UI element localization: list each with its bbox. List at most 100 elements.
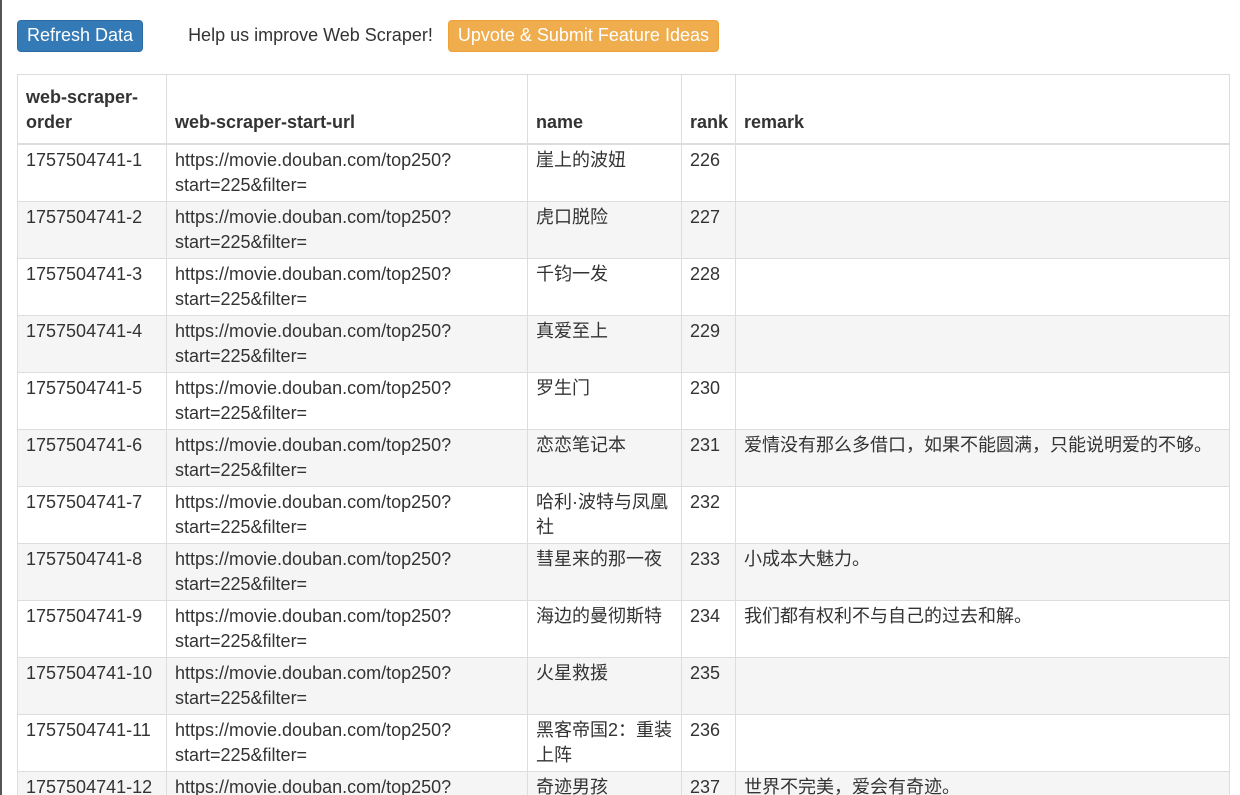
refresh-data-button[interactable]: Refresh Data [17, 19, 144, 52]
toolbar: Refresh Data Help us improve Web Scraper… [17, 19, 719, 52]
cell-start-url: https://movie.douban.com/top250? start=22… [166, 485, 528, 544]
start-url-part-1: https://movie.douban.com/top250? [175, 263, 452, 284]
start-url-part-1: https://movie.douban.com/top250? [175, 548, 452, 569]
cell-name: 海边的曼彻斯特 [527, 599, 682, 658]
cell-remark [735, 257, 1230, 316]
start-url-part-1: https://movie.douban.com/top250? [175, 662, 452, 683]
cell-name: 虎口脱险 [527, 200, 682, 259]
cell-remark [735, 713, 1230, 772]
column-header-remark: remark [735, 74, 1230, 145]
table-body: 1757504741-1 https://movie.douban.com/top… [17, 143, 1230, 795]
help-text: Help us improve Web Scraper! [188, 25, 433, 45]
start-url-part-2: start=225&filter= [175, 744, 308, 765]
cell-order: 1757504741-4 [17, 314, 167, 373]
cell-order: 1757504741-11 [17, 713, 167, 772]
cell-remark: 世界不完美，爱会有奇迹。 [735, 770, 1230, 795]
table-row: 1757504741-1 https://movie.douban.com/top… [17, 143, 1230, 202]
cell-order: 1757504741-9 [17, 599, 167, 658]
cell-name: 罗生门 [527, 371, 682, 430]
start-url-part-1: https://movie.douban.com/top250? [175, 776, 452, 795]
cell-remark [735, 371, 1230, 430]
cell-rank: 235 [681, 656, 736, 715]
cell-start-url: https://movie.douban.com/top250?start=22… [166, 770, 528, 795]
cell-order: 1757504741-2 [17, 200, 167, 259]
cell-start-url: https://movie.douban.com/top250? start=22… [166, 599, 528, 658]
cell-start-url: https://movie.douban.com/top250? start=22… [166, 371, 528, 430]
data-table: web-scraper-order web-scraper-start-url … [17, 74, 1230, 795]
start-url-part-2: start=225&filter= [175, 174, 308, 195]
column-header-start-url: web-scraper-start-url [166, 74, 528, 145]
start-url-part-1: https://movie.douban.com/top250? [175, 605, 452, 626]
cell-order: 1757504741-12 [17, 770, 167, 795]
cell-rank: 234 [681, 599, 736, 658]
start-url-part-1: https://movie.douban.com/top250? [175, 149, 452, 170]
cell-name: 崖上的波妞 [527, 143, 682, 202]
cell-start-url: https://movie.douban.com/top250?start=22… [166, 542, 528, 601]
table-row: 1757504741-6 https://movie.douban.com/top… [17, 428, 1230, 487]
cell-order: 1757504741-6 [17, 428, 167, 487]
table-row: 1757504741-7 https://movie.douban.com/top… [17, 485, 1230, 544]
cell-remark: 爱情没有那么多借口，如果不能圆满，只能说明爱的不够。 [735, 428, 1230, 487]
header-row: web-scraper-order web-scraper-start-url … [17, 74, 1230, 145]
cell-order: 1757504741-3 [17, 257, 167, 316]
table-row: 1757504741-9 https://movie.douban.com/top… [17, 599, 1230, 658]
cell-name: 奇迹男孩 [527, 770, 682, 795]
cell-order: 1757504741-1 [17, 143, 167, 202]
table-row: 1757504741-10 https://movie.douban.com/to… [17, 656, 1230, 715]
cell-start-url: https://movie.douban.com/top250? start=22… [166, 143, 528, 202]
cell-remark [735, 143, 1230, 202]
cell-start-url: https://movie.douban.com/top250? start=22… [166, 257, 528, 316]
cell-order: 1757504741-10 [17, 656, 167, 715]
start-url-part-1: https://movie.douban.com/top250? [175, 377, 452, 398]
cell-rank: 232 [681, 485, 736, 544]
cell-rank: 226 [681, 143, 736, 202]
table-row: 1757504741-5 https://movie.douban.com/top… [17, 371, 1230, 430]
cell-remark [735, 485, 1230, 544]
start-url-part-2: start=225&filter= [175, 402, 308, 423]
cell-rank: 227 [681, 200, 736, 259]
cell-rank: 228 [681, 257, 736, 316]
cell-order: 1757504741-8 [17, 542, 167, 601]
cell-remark [735, 656, 1230, 715]
start-url-part-1: https://movie.douban.com/top250? [175, 320, 452, 341]
start-url-part-1: https://movie.douban.com/top250? [175, 719, 452, 740]
cell-remark [735, 200, 1230, 259]
cell-name: 彗星来的那一夜 [527, 542, 682, 601]
table-row: 1757504741-11 https://movie.douban.com/to… [17, 713, 1230, 772]
table-row: 1757504741-2 https://movie.douban.com/top… [17, 200, 1230, 259]
cell-name: 真爱至上 [527, 314, 682, 373]
table-row: 1757504741-12 https://movie.douban.com/to… [17, 770, 1230, 795]
cell-start-url: https://movie.douban.com/top250? start=22… [166, 713, 528, 772]
cell-rank: 237 [681, 770, 736, 795]
cell-start-url: https://movie.douban.com/top250?start=22… [166, 428, 528, 487]
cell-name: 千钧一发 [527, 257, 682, 316]
start-url-part-2: start=225&filter= [175, 516, 308, 537]
table-header: web-scraper-order web-scraper-start-url … [17, 74, 1230, 145]
column-header-rank: rank [681, 74, 736, 145]
start-url-part-1: https://movie.douban.com/top250? [175, 206, 452, 227]
cell-remark: 我们都有权利不与自己的过去和解。 [735, 599, 1230, 658]
cell-name: 哈利·波特与凤凰社 [527, 485, 682, 544]
start-url-part-2: start=225&filter= [175, 288, 308, 309]
cell-order: 1757504741-5 [17, 371, 167, 430]
column-header-order: web-scraper-order [17, 74, 167, 145]
column-header-name: name [527, 74, 682, 145]
start-url-part-1: https://movie.douban.com/top250? [175, 491, 452, 512]
cell-start-url: https://movie.douban.com/top250? start=22… [166, 656, 528, 715]
cell-order: 1757504741-7 [17, 485, 167, 544]
table-row: 1757504741-8 https://movie.douban.com/top… [17, 542, 1230, 601]
popup-window: Refresh Data Help us improve Web Scraper… [0, 0, 1240, 795]
start-url-part-2: start=225&filter= [175, 459, 308, 480]
start-url-part-2: start=225&filter= [175, 630, 308, 651]
data-table-container: web-scraper-order web-scraper-start-url … [17, 74, 1230, 795]
table-row: 1757504741-3 https://movie.douban.com/top… [17, 257, 1230, 316]
cell-rank: 230 [681, 371, 736, 430]
cell-rank: 229 [681, 314, 736, 373]
cell-name: 黑客帝国2：重装上阵 [527, 713, 682, 772]
upvote-feature-ideas-button[interactable]: Upvote & Submit Feature Ideas [447, 19, 719, 52]
cell-name: 恋恋笔记本 [527, 428, 682, 487]
table-row: 1757504741-4 https://movie.douban.com/top… [17, 314, 1230, 373]
start-url-part-2: start=225&filter= [175, 687, 308, 708]
start-url-part-2: start=225&filter= [175, 231, 308, 252]
cell-remark: 小成本大魅力。 [735, 542, 1230, 601]
